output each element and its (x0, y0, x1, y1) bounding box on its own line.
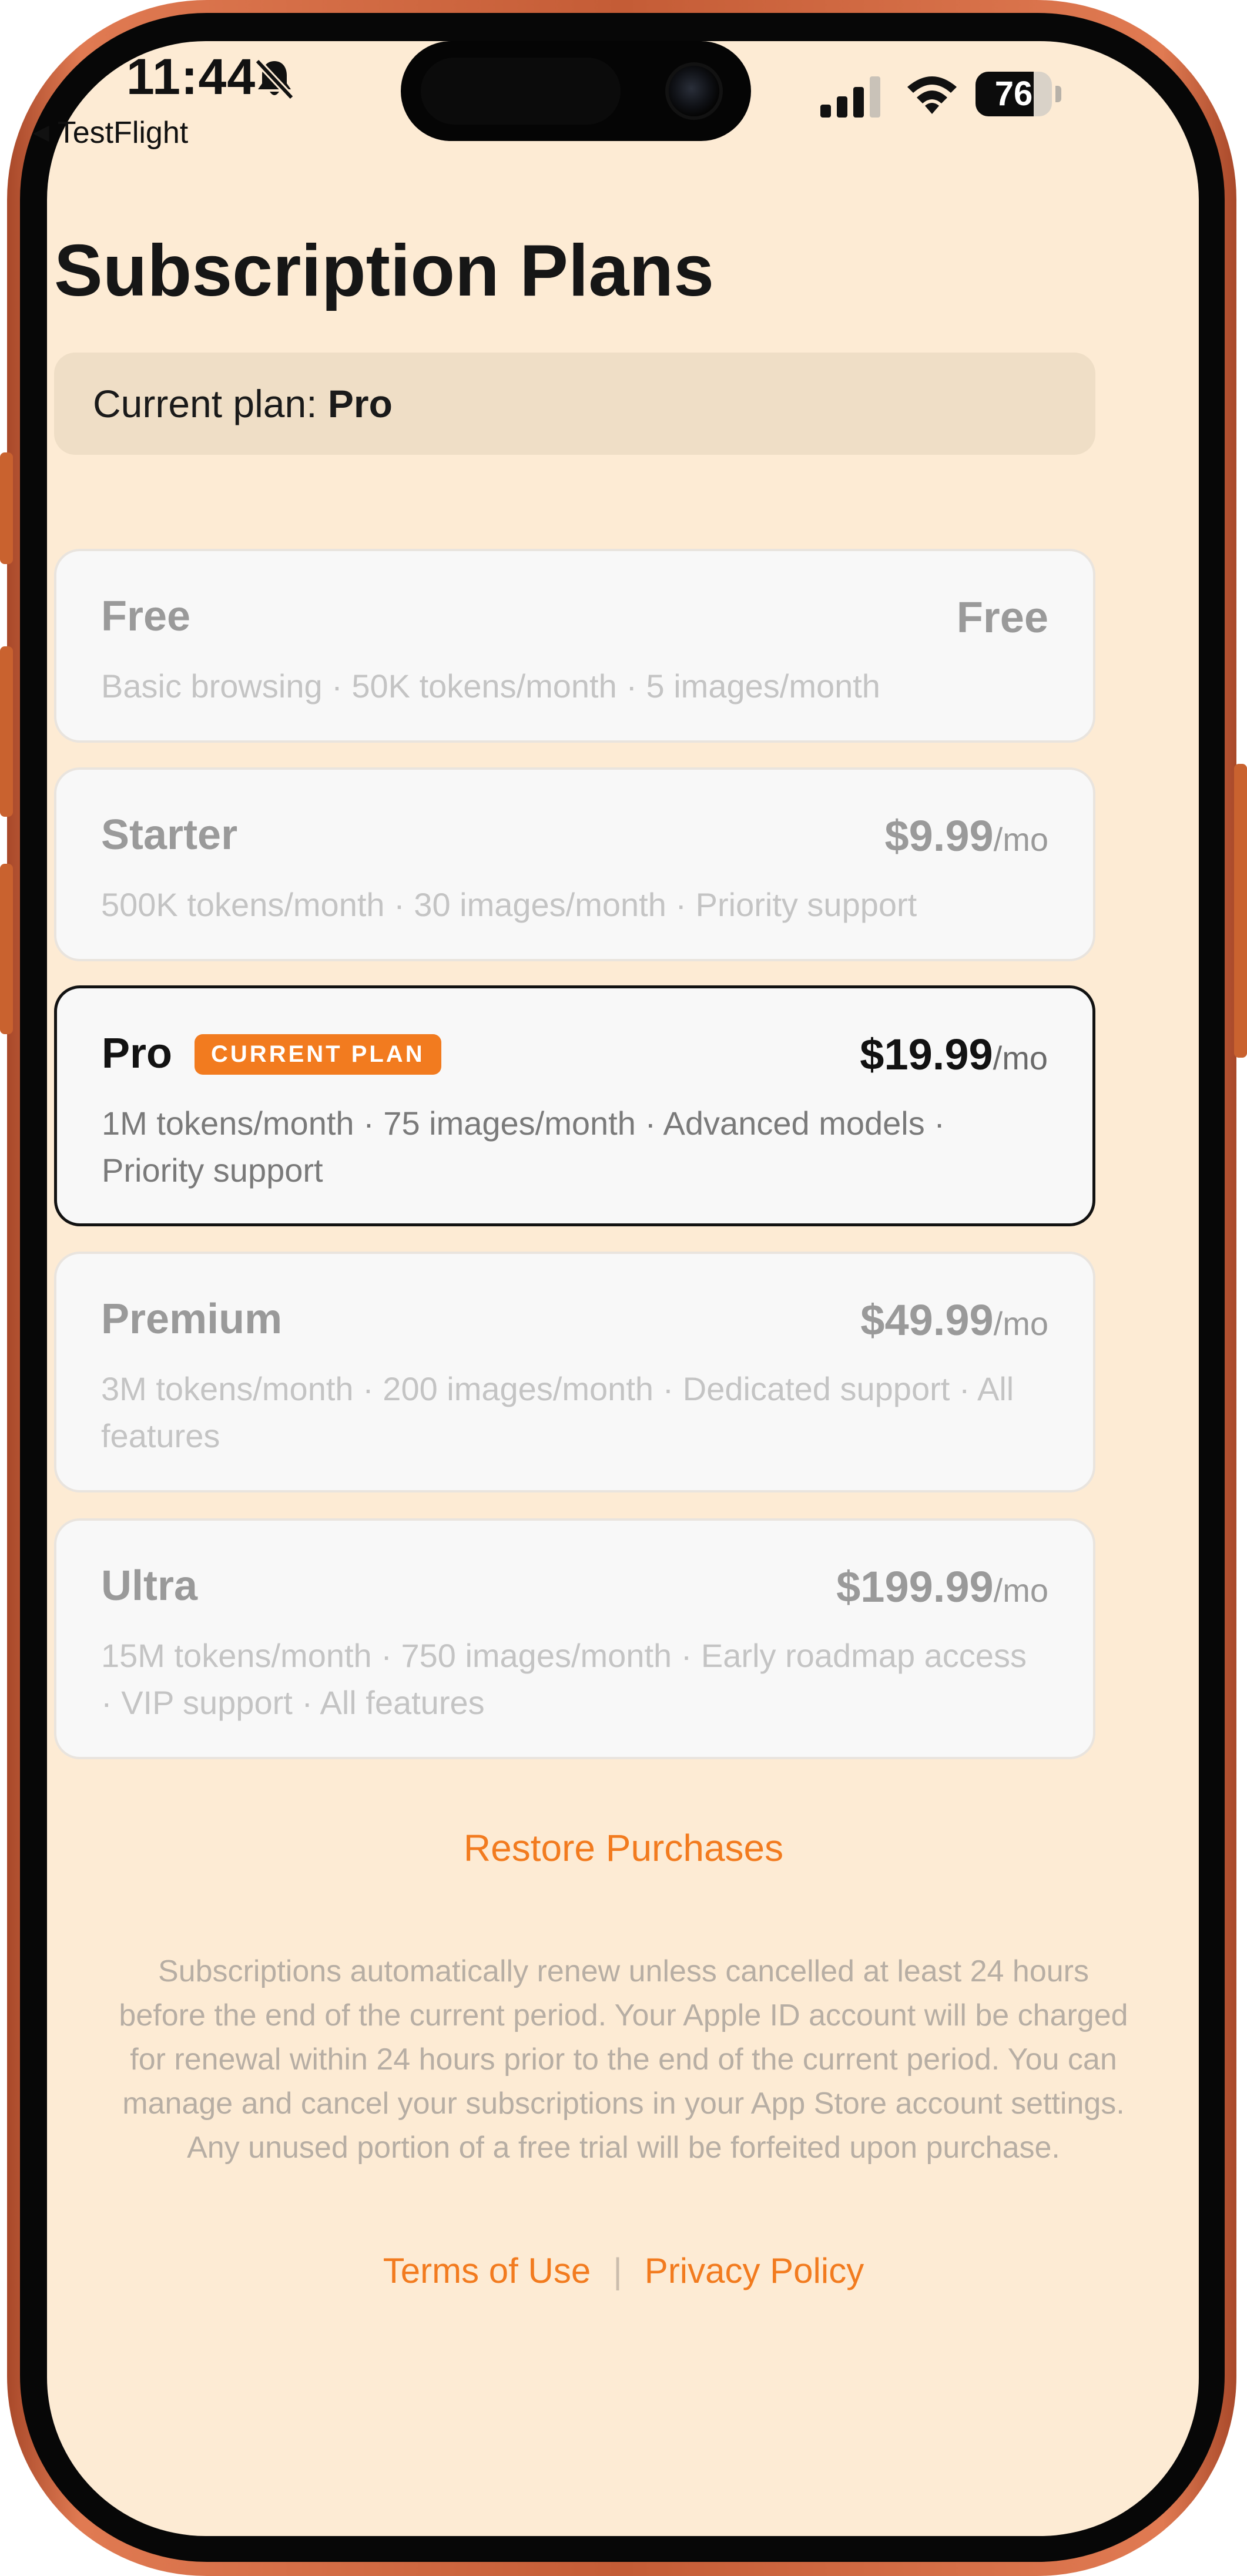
power-button (1234, 764, 1247, 1058)
terms-of-use-link[interactable]: Terms of Use (383, 2251, 591, 2290)
plan-card-premium[interactable]: Premium $49.99/mo 3M tokens/month · 200 … (54, 1252, 1095, 1492)
privacy-policy-link[interactable]: Privacy Policy (645, 2251, 864, 2290)
plan-price-period: /mo (993, 821, 1048, 858)
current-plan-label: Current plan: (93, 382, 328, 425)
bell-slash-icon (254, 58, 294, 100)
plan-description: 500K tokens/month · 30 images/month · Pr… (101, 886, 917, 923)
plan-description: 1M tokens/month · 75 images/month · Adva… (102, 1105, 945, 1189)
plan-card-pro[interactable]: Pro CURRENT PLAN $19.99/mo 1M tokens/mont… (54, 985, 1095, 1226)
signal-icon (820, 76, 880, 118)
volume-down-button (0, 864, 13, 1034)
wifi-icon (907, 76, 957, 114)
plan-price-amount: $49.99 (860, 1296, 994, 1344)
footer-links: Terms of Use | Privacy Policy (0, 2250, 1247, 2291)
plan-price-period: /mo (993, 1305, 1048, 1342)
current-plan-badge: CURRENT PLAN (195, 1034, 441, 1075)
battery-icon: 76 (976, 72, 1061, 116)
plan-description: 15M tokens/month · 750 images/month · Ea… (101, 1637, 1027, 1721)
plan-description: Basic browsing · 50K tokens/month · 5 im… (101, 668, 880, 705)
plan-card-free[interactable]: Free Free Basic browsing · 50K tokens/mo… (54, 549, 1095, 743)
volume-up-button (0, 646, 13, 817)
plan-name: Ultra (101, 1562, 198, 1609)
plan-price-amount: $9.99 (884, 811, 994, 860)
battery-level: 76 (994, 75, 1033, 113)
plan-name: Free (101, 593, 191, 640)
back-app-label: TestFlight (57, 116, 189, 150)
plan-name: Starter (101, 811, 238, 858)
back-to-app-button[interactable]: ◀ TestFlight (33, 115, 188, 150)
current-plan-banner: Current plan: Pro (54, 353, 1095, 455)
plan-price-amount: Free (956, 593, 1048, 642)
plan-description: 3M tokens/month · 200 images/month · Ded… (101, 1370, 1014, 1454)
plan-price: Free (957, 592, 1048, 642)
camera-icon (669, 66, 719, 116)
page-title: Subscription Plans (54, 230, 715, 311)
link-separator: | (613, 2251, 622, 2290)
plan-price-amount: $199.99 (836, 1562, 994, 1611)
plan-price: $49.99/mo (860, 1295, 1048, 1345)
action-button (0, 452, 13, 564)
plan-name: Pro (102, 1030, 173, 1077)
plan-price-period: /mo (993, 1572, 1048, 1609)
plan-card-ultra[interactable]: Ultra $199.99/mo 15M tokens/month · 750 … (54, 1518, 1095, 1759)
current-plan-value: Pro (327, 382, 393, 425)
plan-price-amount: $19.99 (860, 1030, 993, 1079)
back-arrow-icon: ◀ (33, 120, 49, 144)
plan-card-starter[interactable]: Starter $9.99/mo 500K tokens/month · 30 … (54, 767, 1095, 961)
plan-name-row: Pro CURRENT PLAN (102, 1029, 441, 1078)
plan-price: $9.99/mo (884, 811, 1048, 861)
plan-price: $19.99/mo (860, 1029, 1048, 1079)
status-time: 11:44 (126, 49, 256, 105)
restore-purchases-button[interactable]: Restore Purchases (0, 1826, 1247, 1870)
plan-price-period: /mo (993, 1039, 1048, 1076)
plan-name: Premium (101, 1296, 283, 1343)
subscription-legal-text: Subscriptions automatically renew unless… (119, 1954, 1128, 2165)
dynamic-island (401, 41, 751, 141)
plan-price: $199.99/mo (836, 1562, 1048, 1612)
